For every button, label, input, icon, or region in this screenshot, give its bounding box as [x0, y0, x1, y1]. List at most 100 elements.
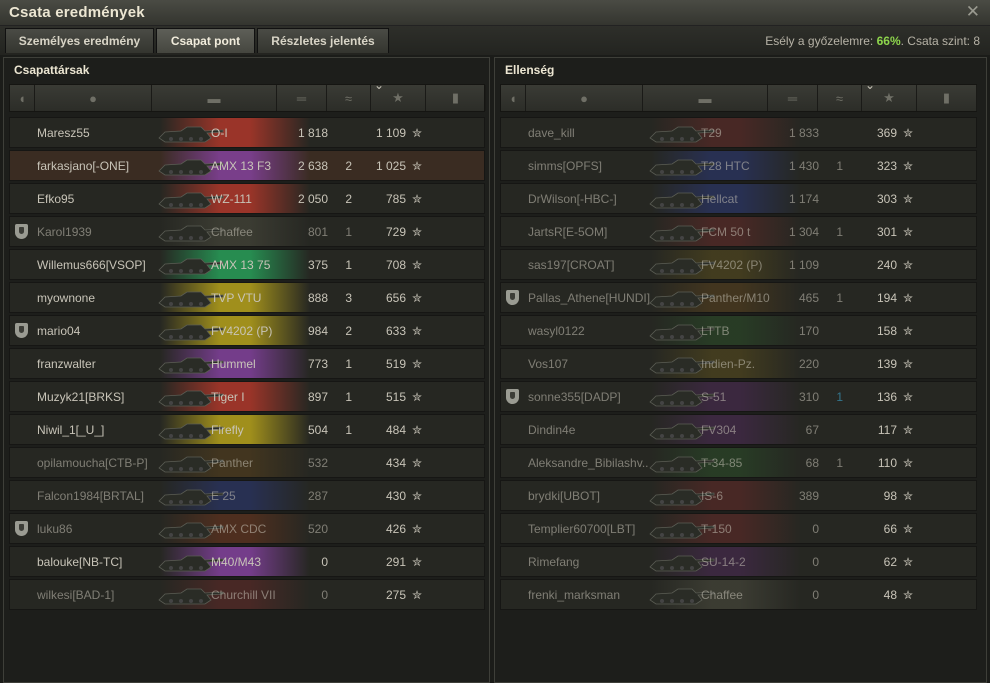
score-icon[interactable]: ★ [862, 78, 917, 111]
damage-value: 67 [805, 423, 819, 437]
player-row[interactable]: myownone TVP VTU 888 3 656 ✮ [9, 282, 485, 313]
damage-value: 504 [307, 423, 328, 437]
player-name: farkasjano[-ONE] [37, 159, 130, 173]
player-row[interactable]: frenki_marksman Chaffee 0 48 ✮ [500, 579, 977, 610]
damage-value: 389 [798, 489, 819, 503]
score-star-icon: ✮ [411, 357, 422, 371]
score-value: 110 [877, 456, 897, 470]
kills-value: 1 [345, 225, 352, 239]
medal-icon[interactable]: ▮ [917, 85, 977, 111]
damage-value: 897 [307, 390, 328, 404]
window-title: Csata eredmények [9, 4, 145, 21]
tank-name: Firefly [211, 423, 244, 437]
tank-icon[interactable]: ▬ [643, 85, 768, 111]
player-row[interactable]: Maresz55 O-I 1 818 1 109 ✮ [9, 117, 485, 148]
kills-icon[interactable]: ≈ [327, 85, 371, 111]
player-row[interactable]: Efko95 WZ-111 2 050 2 785 ✮ [9, 183, 485, 214]
score-value: 323 [876, 159, 897, 173]
player-row[interactable]: Niwil_1[_U_] Firefly 504 1 484 ✮ [9, 414, 485, 445]
player-icon[interactable]: ● [35, 85, 152, 111]
kills-value: 2 [345, 159, 352, 173]
platoon-icon[interactable]: ◖ [501, 85, 526, 111]
score-icon[interactable]: ★ [371, 78, 426, 111]
damage-value: 220 [798, 357, 819, 371]
tab-team-score[interactable]: Csapat pont [156, 28, 255, 53]
player-name: opilamoucha[CTB-P] [37, 456, 148, 470]
player-row[interactable]: brydki[UBOT] IS-6 389 98 ✮ [500, 480, 977, 511]
player-row[interactable]: dave_kill T29 1 833 369 ✮ [500, 117, 977, 148]
player-name: Falcon1984[BRTAL] [37, 489, 144, 503]
kills-value: 2 [345, 192, 352, 206]
player-row[interactable]: wilkesi[BAD-1] Churchill VII 0 275 ✮ [9, 579, 485, 610]
player-row[interactable]: Falcon1984[BRTAL] E 25 287 430 ✮ [9, 480, 485, 511]
player-row[interactable]: Karol1939 Chaffee 801 1 729 ✮ [9, 216, 485, 247]
player-row[interactable]: Rimefang SU-14-2 0 62 ✮ [500, 546, 977, 577]
tank-name: WZ-111 [211, 192, 252, 206]
player-row[interactable]: Muzyk21[BRKS] Tiger I 897 1 515 ✮ [9, 381, 485, 412]
damage-value: 1 818 [297, 126, 328, 140]
tank-name: IS-6 [701, 489, 724, 503]
kills-value: 1 [836, 159, 843, 173]
player-row[interactable]: Aleksandre_Bibilashv.. T-34-85 68 1 110 ✮ [500, 447, 977, 478]
score-value: 117 [877, 423, 897, 437]
player-row[interactable]: Pallas_Athene[HUNDI] Panther/M10 465 1 194 ✮ [500, 282, 977, 313]
player-name: franzwalter [37, 357, 96, 371]
player-name: sonne355[DADP] [528, 390, 621, 404]
player-row[interactable]: farkasjano[-ONE] AMX 13 F3 2 638 2 1 025 ✮ [9, 150, 485, 181]
damage-icon[interactable]: ═ [277, 85, 327, 111]
score-star-icon: ✮ [902, 423, 913, 437]
player-name: Willemus666[VSOP] [37, 258, 146, 272]
tab-detailed-report[interactable]: Részletes jelentés [257, 28, 389, 53]
player-row[interactable]: mario04 FV4202 (P) 984 2 633 ✮ [9, 315, 485, 346]
score-star-icon: ✮ [902, 324, 913, 338]
player-row[interactable]: sas197[CROAT] FV4202 (P) 1 109 240 ✮ [500, 249, 977, 280]
tank-name: M40/M43 [211, 555, 262, 569]
score-star-icon: ✮ [411, 324, 422, 338]
damage-value: 1 109 [788, 258, 819, 272]
score-value: 139 [876, 357, 897, 371]
close-icon[interactable]: ✕ [966, 2, 980, 22]
tank-name: TVP VTU [211, 291, 262, 305]
tank-name: Indien-Pz. [701, 357, 756, 371]
tank-name: T-34-85 [701, 456, 743, 470]
player-row[interactable]: balouke[NB-TC] M40/M43 0 291 ✮ [9, 546, 485, 577]
score-value: 515 [385, 390, 406, 404]
score-value: 240 [876, 258, 897, 272]
player-row[interactable]: wasyl0122 LTTB 170 158 ✮ [500, 315, 977, 346]
player-row[interactable]: simms[OPFS] T28 HTC 1 430 1 323 ✮ [500, 150, 977, 181]
tank-icon[interactable]: ▬ [152, 85, 277, 111]
damage-value: 0 [321, 555, 328, 569]
score-value: 519 [385, 357, 406, 371]
tab-personal-results[interactable]: Személyes eredmény [5, 28, 154, 53]
player-name: Dindin4e [528, 423, 576, 437]
player-row[interactable]: opilamoucha[CTB-P] Panther 532 434 ✮ [9, 447, 485, 478]
tank-name: E 25 [211, 489, 236, 503]
player-row[interactable]: DrWilson[-HBC-] Hellcat 1 174 303 ✮ [500, 183, 977, 214]
tank-name: FV4202 (P) [211, 324, 273, 338]
platoon-icon[interactable]: ◖ [10, 85, 35, 111]
player-row[interactable]: Dindin4e FV304 67 117 ✮ [500, 414, 977, 445]
player-row[interactable]: luku86 AMX CDC 520 426 ✮ [9, 513, 485, 544]
kills-icon[interactable]: ≈ [818, 85, 862, 111]
player-row[interactable]: franzwalter Hummel 773 1 519 ✮ [9, 348, 485, 379]
player-row[interactable]: sonne355[DADP] S-51 310 1 136 ✮ [500, 381, 977, 412]
score-value: 98 [883, 489, 897, 503]
tank-name: Hummel [211, 357, 256, 371]
player-name: mario04 [37, 324, 81, 338]
player-row[interactable]: JartsR[E-5OM] FCM 50 t 1 304 1 301 ✮ [500, 216, 977, 247]
player-name: frenki_marksman [528, 588, 621, 602]
medal-icon[interactable]: ▮ [426, 85, 486, 111]
player-icon[interactable]: ● [526, 85, 643, 111]
player-row[interactable]: Templier60700[LBT] T-150 0 66 ✮ [500, 513, 977, 544]
player-row[interactable]: Willemus666[VSOP] AMX 13 75 375 1 708 ✮ [9, 249, 485, 280]
tank-name: Panther [211, 456, 254, 470]
player-name: Muzyk21[BRKS] [37, 390, 125, 404]
player-name: balouke[NB-TC] [37, 555, 123, 569]
score-value: 275 [385, 588, 406, 602]
player-row[interactable]: Vos107 Indien-Pz. 220 139 ✮ [500, 348, 977, 379]
score-star-icon: ✮ [411, 456, 422, 470]
tank-name: Tiger I [211, 390, 245, 404]
damage-value: 375 [307, 258, 328, 272]
damage-icon[interactable]: ═ [768, 85, 818, 111]
score-value: 369 [876, 126, 897, 140]
